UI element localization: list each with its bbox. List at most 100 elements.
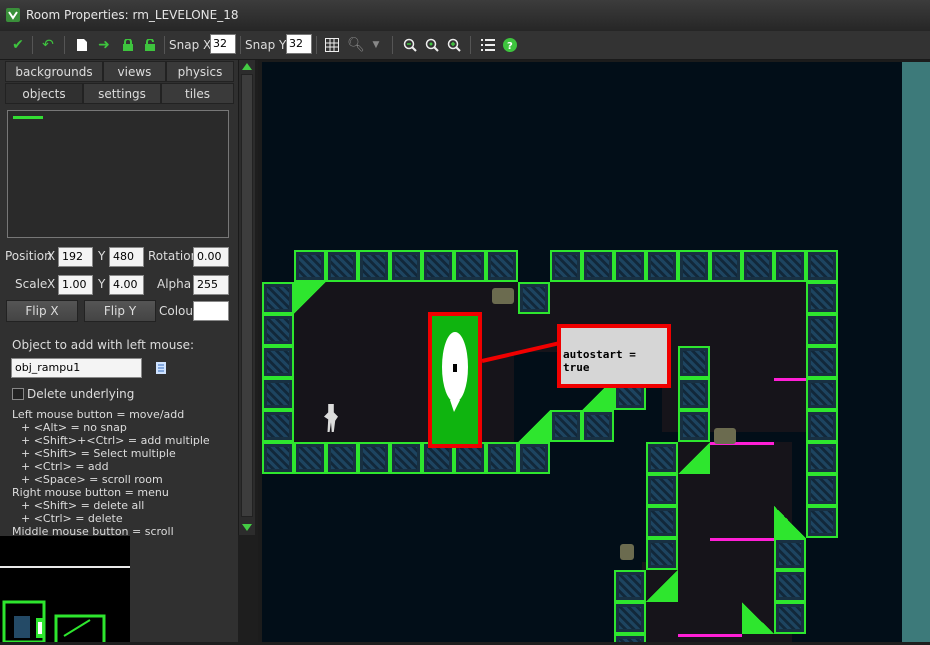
undo-icon[interactable]: ↶ [38, 35, 58, 55]
zoom-out-icon[interactable] [400, 35, 420, 55]
wall-tile[interactable] [806, 506, 838, 538]
wall-tile[interactable] [262, 410, 294, 442]
wall-tile[interactable] [646, 506, 678, 538]
magnifier-icon[interactable]: 🔍︎ [346, 35, 366, 55]
object-name-field[interactable]: obj_rampu1 [11, 358, 142, 378]
list-icon[interactable] [478, 35, 498, 55]
tab-physics[interactable]: physics [166, 61, 234, 82]
scale-y-field[interactable]: 4.00 [109, 275, 144, 295]
help-icon[interactable]: ? [500, 35, 520, 55]
position-y-field[interactable]: 480 [109, 247, 144, 267]
tab-views[interactable]: views [103, 61, 166, 82]
wall-tile[interactable] [326, 442, 358, 474]
spike-platform[interactable] [678, 634, 742, 637]
object-browse-icon[interactable] [156, 362, 168, 374]
wall-tile[interactable] [294, 250, 326, 282]
position-x-field[interactable]: 192 [58, 247, 93, 267]
tab-backgrounds[interactable]: backgrounds [5, 61, 103, 82]
unlock-icon[interactable] [140, 35, 160, 55]
ok-icon[interactable]: ✔ [8, 35, 28, 55]
wall-tile[interactable] [774, 250, 806, 282]
tab-objects[interactable]: objects [5, 83, 83, 104]
creation-code-annotation[interactable]: autostart = true [557, 324, 671, 388]
zoom-reset-icon[interactable] [422, 35, 442, 55]
slope-tile[interactable] [774, 506, 806, 538]
wall-tile[interactable] [550, 250, 582, 282]
wall-tile[interactable] [582, 250, 614, 282]
room-canvas[interactable]: autostart = true [258, 60, 930, 642]
wall-tile[interactable] [262, 442, 294, 474]
spike-platform[interactable] [710, 538, 774, 541]
wall-tile[interactable] [678, 410, 710, 442]
slope-tile[interactable] [294, 282, 326, 314]
wall-tile[interactable] [262, 282, 294, 314]
wall-tile[interactable] [806, 474, 838, 506]
next-icon[interactable]: ➜ [94, 35, 114, 55]
wall-tile[interactable] [806, 282, 838, 314]
wall-tile[interactable] [294, 442, 326, 474]
colour-swatch[interactable] [193, 301, 229, 321]
scale-x-field[interactable]: 1.00 [58, 275, 93, 295]
wall-tile[interactable] [262, 378, 294, 410]
wall-tile[interactable] [358, 250, 390, 282]
wall-tile[interactable] [678, 250, 710, 282]
tab-settings[interactable]: settings [83, 83, 161, 104]
wall-tile[interactable] [774, 538, 806, 570]
selected-object-instance[interactable] [428, 312, 482, 448]
wall-tile[interactable] [710, 250, 742, 282]
wall-tile[interactable] [486, 442, 518, 474]
room-minimap[interactable] [0, 536, 130, 644]
wall-tile[interactable] [646, 442, 678, 474]
scroll-thumb[interactable] [241, 74, 253, 517]
wall-tile[interactable] [774, 570, 806, 602]
wall-tile[interactable] [422, 250, 454, 282]
slope-tile[interactable] [518, 410, 550, 442]
rotation-field[interactable]: 0.00 [193, 247, 229, 267]
wall-tile[interactable] [614, 250, 646, 282]
wall-tile[interactable] [518, 282, 550, 314]
wall-tile[interactable] [806, 378, 838, 410]
scroll-up-icon[interactable] [242, 63, 252, 70]
wall-tile[interactable] [390, 442, 422, 474]
grid-icon[interactable] [322, 35, 342, 55]
wall-tile[interactable] [454, 250, 486, 282]
room-view[interactable]: autostart = true [262, 62, 902, 642]
snap-y-input[interactable]: 32 [286, 34, 312, 54]
wall-tile[interactable] [550, 410, 582, 442]
crate-decoration[interactable] [492, 288, 514, 304]
tab-tiles[interactable]: tiles [161, 83, 234, 104]
slope-tile[interactable] [646, 570, 678, 602]
wall-tile[interactable] [614, 634, 646, 642]
spike-platform[interactable] [774, 378, 806, 381]
wall-tile[interactable] [646, 538, 678, 570]
wall-tile[interactable] [358, 442, 390, 474]
wall-tile[interactable] [806, 250, 838, 282]
scroll-down-icon[interactable] [242, 524, 252, 531]
wall-tile[interactable] [486, 250, 518, 282]
wall-tile[interactable] [262, 314, 294, 346]
crate-decoration[interactable] [714, 428, 736, 444]
panel-scrollbar[interactable] [238, 60, 255, 535]
wall-tile[interactable] [582, 410, 614, 442]
wall-tile[interactable] [678, 346, 710, 378]
wall-tile[interactable] [806, 442, 838, 474]
wall-tile[interactable] [614, 570, 646, 602]
zoom-in-icon[interactable] [444, 35, 464, 55]
slope-tile[interactable] [742, 602, 774, 634]
wall-tile[interactable] [390, 250, 422, 282]
flip-y-button[interactable]: Flip Y [84, 300, 156, 322]
new-icon[interactable] [72, 35, 92, 55]
wall-tile[interactable] [774, 602, 806, 634]
wall-tile[interactable] [614, 602, 646, 634]
wall-tile[interactable] [806, 410, 838, 442]
delete-underlying-checkbox[interactable] [12, 388, 24, 400]
flip-x-button[interactable]: Flip X [6, 300, 78, 322]
wall-tile[interactable] [518, 442, 550, 474]
wall-tile[interactable] [262, 346, 294, 378]
wall-tile[interactable] [678, 378, 710, 410]
lock-icon[interactable] [118, 35, 138, 55]
chevron-down-icon[interactable]: ▼ [366, 35, 386, 55]
wall-tile[interactable] [646, 474, 678, 506]
wall-tile[interactable] [806, 314, 838, 346]
slope-tile[interactable] [678, 442, 710, 474]
